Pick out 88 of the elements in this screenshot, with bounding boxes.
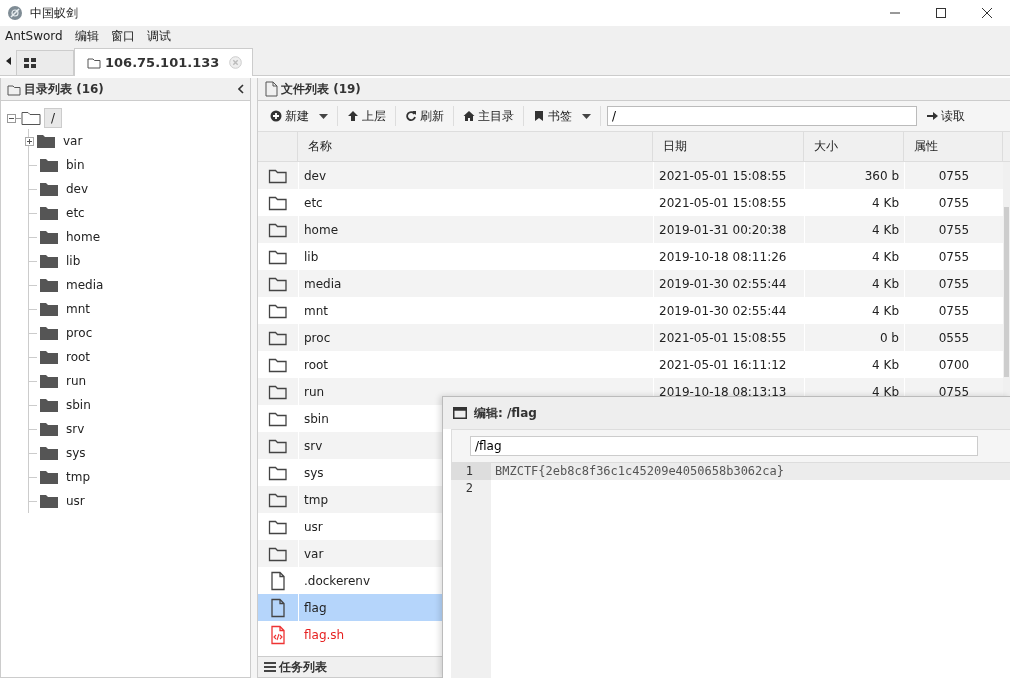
editor-title: 编辑: /flag [474,404,537,422]
file-icon [269,570,287,591]
right-arrow-icon [927,111,938,121]
folder-icon [40,206,58,220]
list-icon [264,662,276,672]
panel-title: 目录列表 (16) [24,80,104,98]
up-arrow-icon [347,110,359,122]
close-icon [981,7,993,19]
tree-item[interactable]: sys [66,446,86,460]
script-file-icon [269,624,287,645]
window-icon [453,407,467,419]
folder-icon [7,82,21,96]
tree-item[interactable]: tmp [66,470,90,484]
folder-icon [40,446,58,460]
table-row[interactable]: dev 2021-05-01 15:08:55 360 b 0755 [258,162,1003,189]
tree-item[interactable]: etc [66,206,85,220]
table-row[interactable]: home 2019-01-31 00:20:38 4 Kb 0755 [258,216,1003,243]
folder-icon [40,398,58,412]
expand-toggle[interactable] [25,136,34,146]
menu-item[interactable]: 调试 [146,27,171,45]
left-arrow-icon [5,57,11,65]
tree-item[interactable]: sbin [66,398,91,412]
folder-icon [40,326,58,340]
folder-icon [40,470,58,484]
table-row[interactable]: proc 2021-05-01 15:08:55 0 b 0555 [258,324,1003,351]
tree-item[interactable]: var [63,134,83,148]
toolbar-button[interactable]: 上层 [341,104,392,128]
grid-icon [24,58,36,68]
file-icon [269,597,287,618]
tree-item[interactable]: media [66,278,104,292]
refresh-icon [405,110,417,122]
panel-title: 文件列表 (19) [281,80,361,98]
plus-circle-icon [270,110,282,122]
folder-icon [40,182,58,196]
tree-item[interactable]: run [66,374,87,388]
tree-item[interactable]: mnt [66,302,90,316]
toolbar-button[interactable]: 新建 [264,104,334,128]
path-field[interactable]: /flag [470,436,978,456]
column-header[interactable]: 名称 [298,132,653,161]
menu-item[interactable]: 窗口 [110,27,135,45]
maximize-icon [935,7,947,19]
tree-item[interactable]: lib [66,254,81,268]
toolbar-button[interactable]: 刷新 [399,104,450,128]
tree-item[interactable]: srv [66,422,85,436]
folder-icon [37,134,55,148]
menu-item[interactable]: AntSword [5,29,63,43]
window-title: 中国蚁剑 [30,4,78,22]
tree-item[interactable]: usr [66,494,85,508]
folder-icon [40,278,58,292]
toolbar-button[interactable]: 主目录 [457,104,520,128]
collapse-toggle[interactable] [7,113,16,123]
folder-icon [40,494,58,508]
table-row[interactable]: media 2019-01-30 02:55:44 4 Kb 0755 [258,270,1003,297]
tab[interactable] [16,50,74,75]
folder-icon [40,374,58,388]
folder-icon [87,56,101,69]
tree-item[interactable]: home [66,230,101,244]
menu-item[interactable]: 编辑 [74,27,99,45]
folder-icon [21,110,41,126]
home-icon [463,110,475,122]
tree-item[interactable]: / [44,108,63,128]
tree-item[interactable]: dev [66,182,89,196]
folder-icon [40,350,58,364]
tree-item[interactable]: bin [66,158,85,172]
panel-title: 任务列表 [279,658,327,676]
folder-icon [40,158,58,172]
chevron-left-icon [238,84,244,94]
tree-item[interactable]: root [66,350,91,364]
path-field[interactable]: / [607,106,917,126]
read-button[interactable]: 读取 [921,104,971,128]
folder-icon [40,302,58,316]
bookmark-icon [533,110,545,122]
folder-icon [40,230,58,244]
column-header[interactable]: 日期 [653,132,804,161]
line-number: 1 [451,463,491,480]
toolbar-button[interactable]: 书签 [527,104,597,128]
collapse-button[interactable] [238,84,244,94]
tab[interactable]: 106.75.101.133 [74,48,254,76]
column-header[interactable]: 大小 [804,132,904,161]
close-icon [229,56,243,69]
file-icon [264,81,278,97]
column-header[interactable]: 属性 [904,132,1003,161]
plus-box-icon [25,136,34,146]
code-editor[interactable]: 1 2 BMZCTF{2eb8c8f36c1c45209e4050658b3062ca} [451,463,1010,678]
tree-item[interactable]: proc [66,326,93,340]
app-logo-icon [7,5,23,21]
folder-icon [40,254,58,268]
folder-icon [40,422,58,436]
